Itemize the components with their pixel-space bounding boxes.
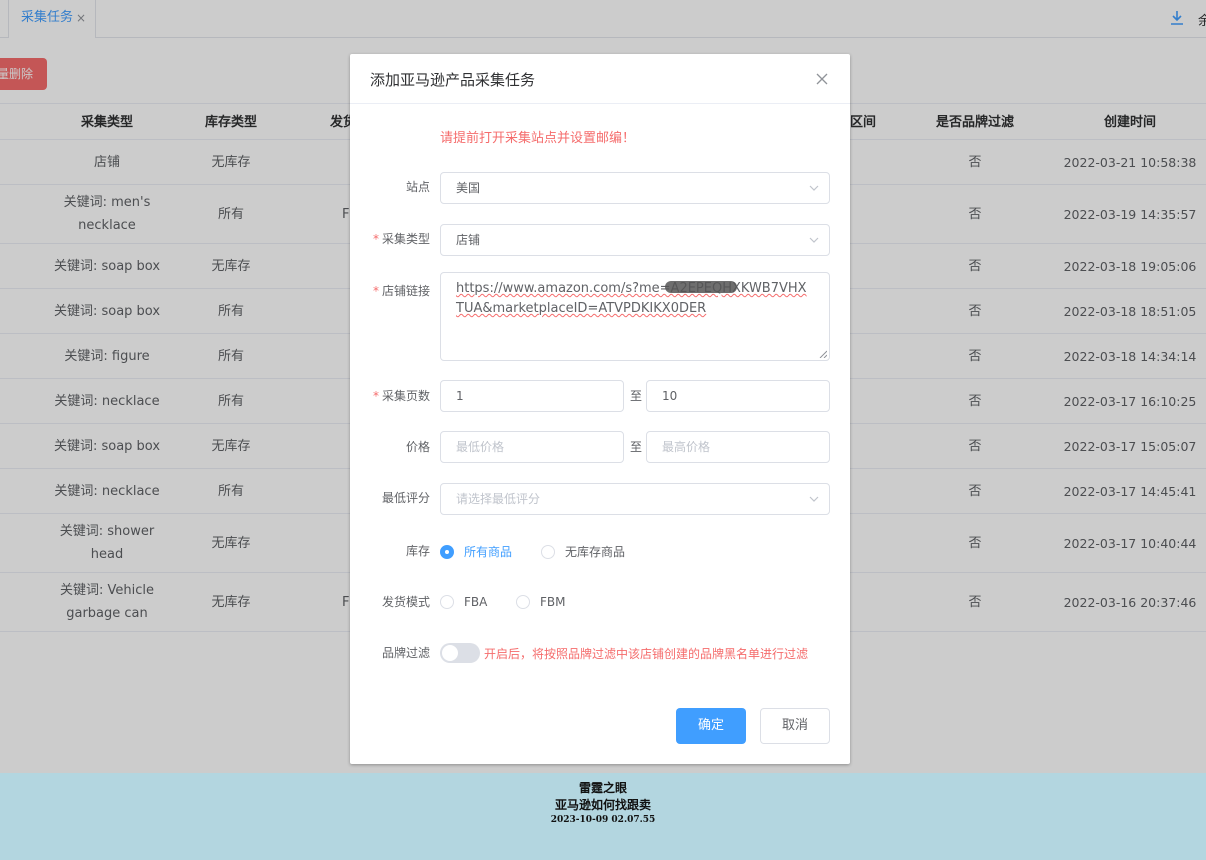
price-label: 价格 [405, 440, 430, 454]
redaction-scribble [665, 281, 737, 293]
pages-to-separator: 至 [630, 389, 643, 403]
ship-mode-label: 发货模式 [381, 595, 430, 609]
radio-unchecked-icon [541, 544, 555, 559]
price-to-separator: 至 [630, 440, 643, 454]
brand-filter-switch[interactable] [440, 643, 480, 663]
radio-unchecked-icon [516, 595, 530, 609]
site-select[interactable]: 美国 [440, 172, 830, 204]
max-price-input[interactable]: 最高价格 [646, 431, 830, 463]
switch-knob [442, 645, 458, 661]
store-link-textarea[interactable]: https://www.amazon.com/s?me=A2EPEQHXKWB7… [440, 272, 830, 361]
stock-none-radio[interactable]: 无库存商品 [541, 543, 625, 560]
store-link-label: * 店铺链接 [372, 284, 430, 298]
chevron-down-icon [809, 185, 819, 191]
brand-filter-label: 品牌过滤 [381, 646, 430, 660]
confirm-button[interactable]: 确定 [676, 708, 746, 744]
watermark-footer: 雷霆之眼 亚马逊如何找跟卖 2023-10-09 02.07.55 [0, 773, 1206, 860]
dialog-title: 添加亚马逊产品采集任务 [370, 71, 536, 89]
stock-label: 库存 [405, 544, 430, 558]
ship-fbm-radio[interactable]: FBM [516, 595, 566, 609]
add-task-dialog: 添加亚马逊产品采集任务 请提前打开采集站点并设置邮编！ 站点 美国 * 采集类型 … [350, 54, 850, 764]
radio-checked-icon [440, 544, 454, 559]
ship-fba-radio[interactable]: FBA [440, 595, 487, 609]
radio-unchecked-icon [440, 595, 454, 609]
site-value: 美国 [456, 181, 481, 195]
collect-type-select[interactable]: 店铺 [440, 224, 830, 256]
resize-handle-icon[interactable] [819, 350, 827, 358]
collect-type-value: 店铺 [456, 233, 481, 247]
rating-placeholder: 请选择最低评分 [456, 492, 541, 506]
pages-label: * 采集页数 [372, 389, 430, 403]
rating-select[interactable]: 请选择最低评分 [440, 483, 830, 515]
cancel-button[interactable]: 取消 [760, 708, 830, 744]
close-icon[interactable] [814, 71, 830, 87]
stock-all-radio[interactable]: 所有商品 [440, 543, 512, 560]
pages-from-input[interactable]: 1 [440, 380, 624, 412]
footer-title: 雷霆之眼 [578, 781, 627, 795]
chevron-down-icon [809, 237, 819, 243]
warning-text: 请提前打开采集站点并设置邮编！ [440, 131, 636, 146]
store-link-value: https://www.amazon.com/s?me=A2EPEQHXKWB7… [456, 281, 807, 316]
collect-type-label: * 采集类型 [372, 232, 430, 246]
dialog-header: 添加亚马逊产品采集任务 [350, 54, 850, 104]
brand-filter-tip: 开启后，将按照品牌过滤中该店铺创建的品牌黑名单进行过滤 [484, 647, 809, 661]
footer-timestamp: 2023-10-09 02.07.55 [550, 815, 656, 825]
footer-subtitle: 亚马逊如何找跟卖 [554, 798, 651, 812]
chevron-down-icon [809, 496, 819, 502]
site-label: 站点 [405, 180, 430, 194]
rating-label: 最低评分 [381, 491, 430, 505]
min-price-input[interactable]: 最低价格 [440, 431, 624, 463]
pages-to-input[interactable]: 10 [646, 380, 830, 412]
